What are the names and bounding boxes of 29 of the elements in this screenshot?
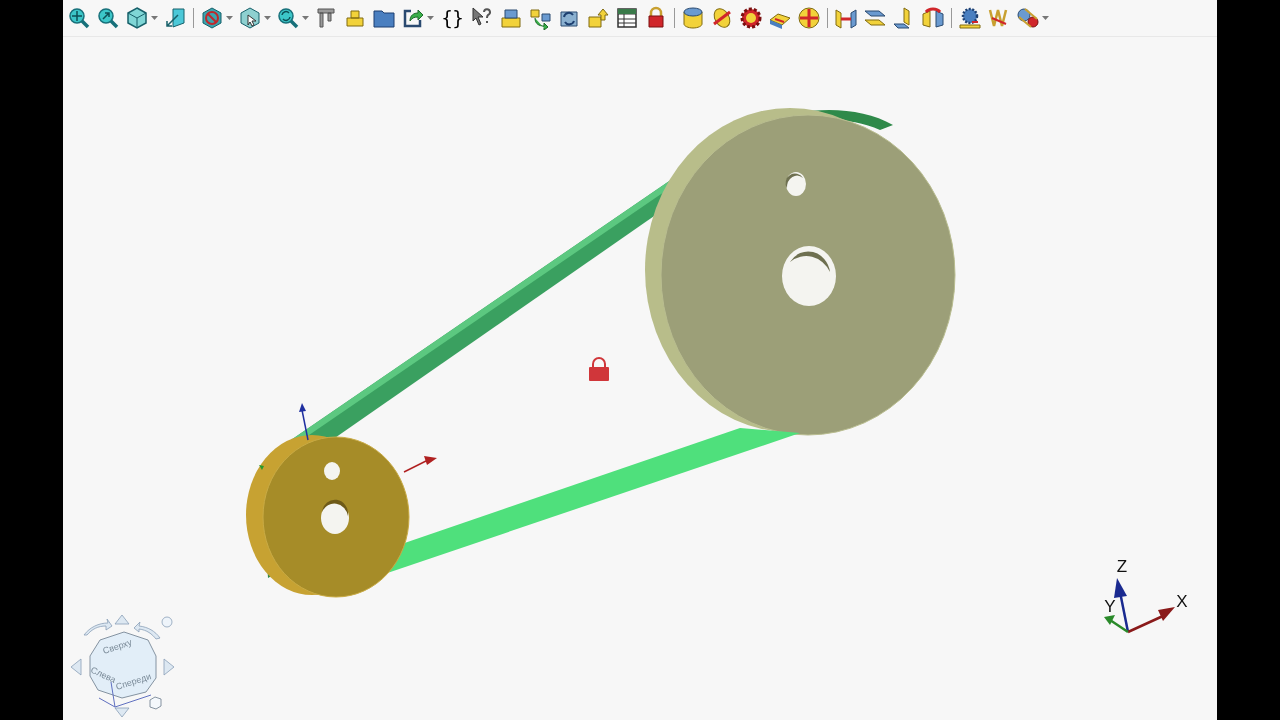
magnifier-icon[interactable]: [276, 6, 309, 30]
belt-pulley-icon[interactable]: [1016, 6, 1050, 30]
cylinder-icon[interactable]: [681, 6, 706, 30]
magnifier-icon[interactable]: [67, 6, 91, 30]
padlock-icon: [589, 357, 609, 381]
blocks-arrow-icon[interactable]: [528, 6, 553, 30]
plane-arrow-icon[interactable]: [163, 6, 187, 30]
gear-rack-icon[interactable]: [958, 6, 983, 30]
ball-cross-icon[interactable]: [797, 6, 822, 30]
gear-icon[interactable]: [739, 6, 764, 30]
view-cube-label: Сверху: [101, 637, 134, 656]
braces-button[interactable]: {}: [437, 3, 468, 33]
caliper-icon[interactable]: [314, 6, 338, 30]
cube-cursor-icon[interactable]: [238, 6, 271, 30]
magnifier-icon[interactable]: [96, 6, 120, 30]
blocks-icon[interactable]: [499, 6, 524, 30]
table-icon[interactable]: [615, 6, 640, 30]
axis-triad-icon: [1104, 578, 1175, 634]
axis-label: Z: [1116, 557, 1128, 576]
view-cube-icon[interactable]: [89, 631, 157, 699]
small-cube-icon[interactable]: [149, 696, 162, 710]
cube-icon[interactable]: [125, 6, 158, 30]
manipulator-arrows-icon[interactable]: [259, 403, 437, 473]
export-arrow-icon[interactable]: [401, 6, 434, 30]
axis-label: Y: [1104, 597, 1116, 616]
mirror-planes-icon[interactable]: [834, 6, 859, 30]
axis-label: X: [1176, 592, 1188, 611]
no-entry-icon[interactable]: [200, 6, 233, 30]
flip-planes-icon[interactable]: [921, 6, 946, 30]
